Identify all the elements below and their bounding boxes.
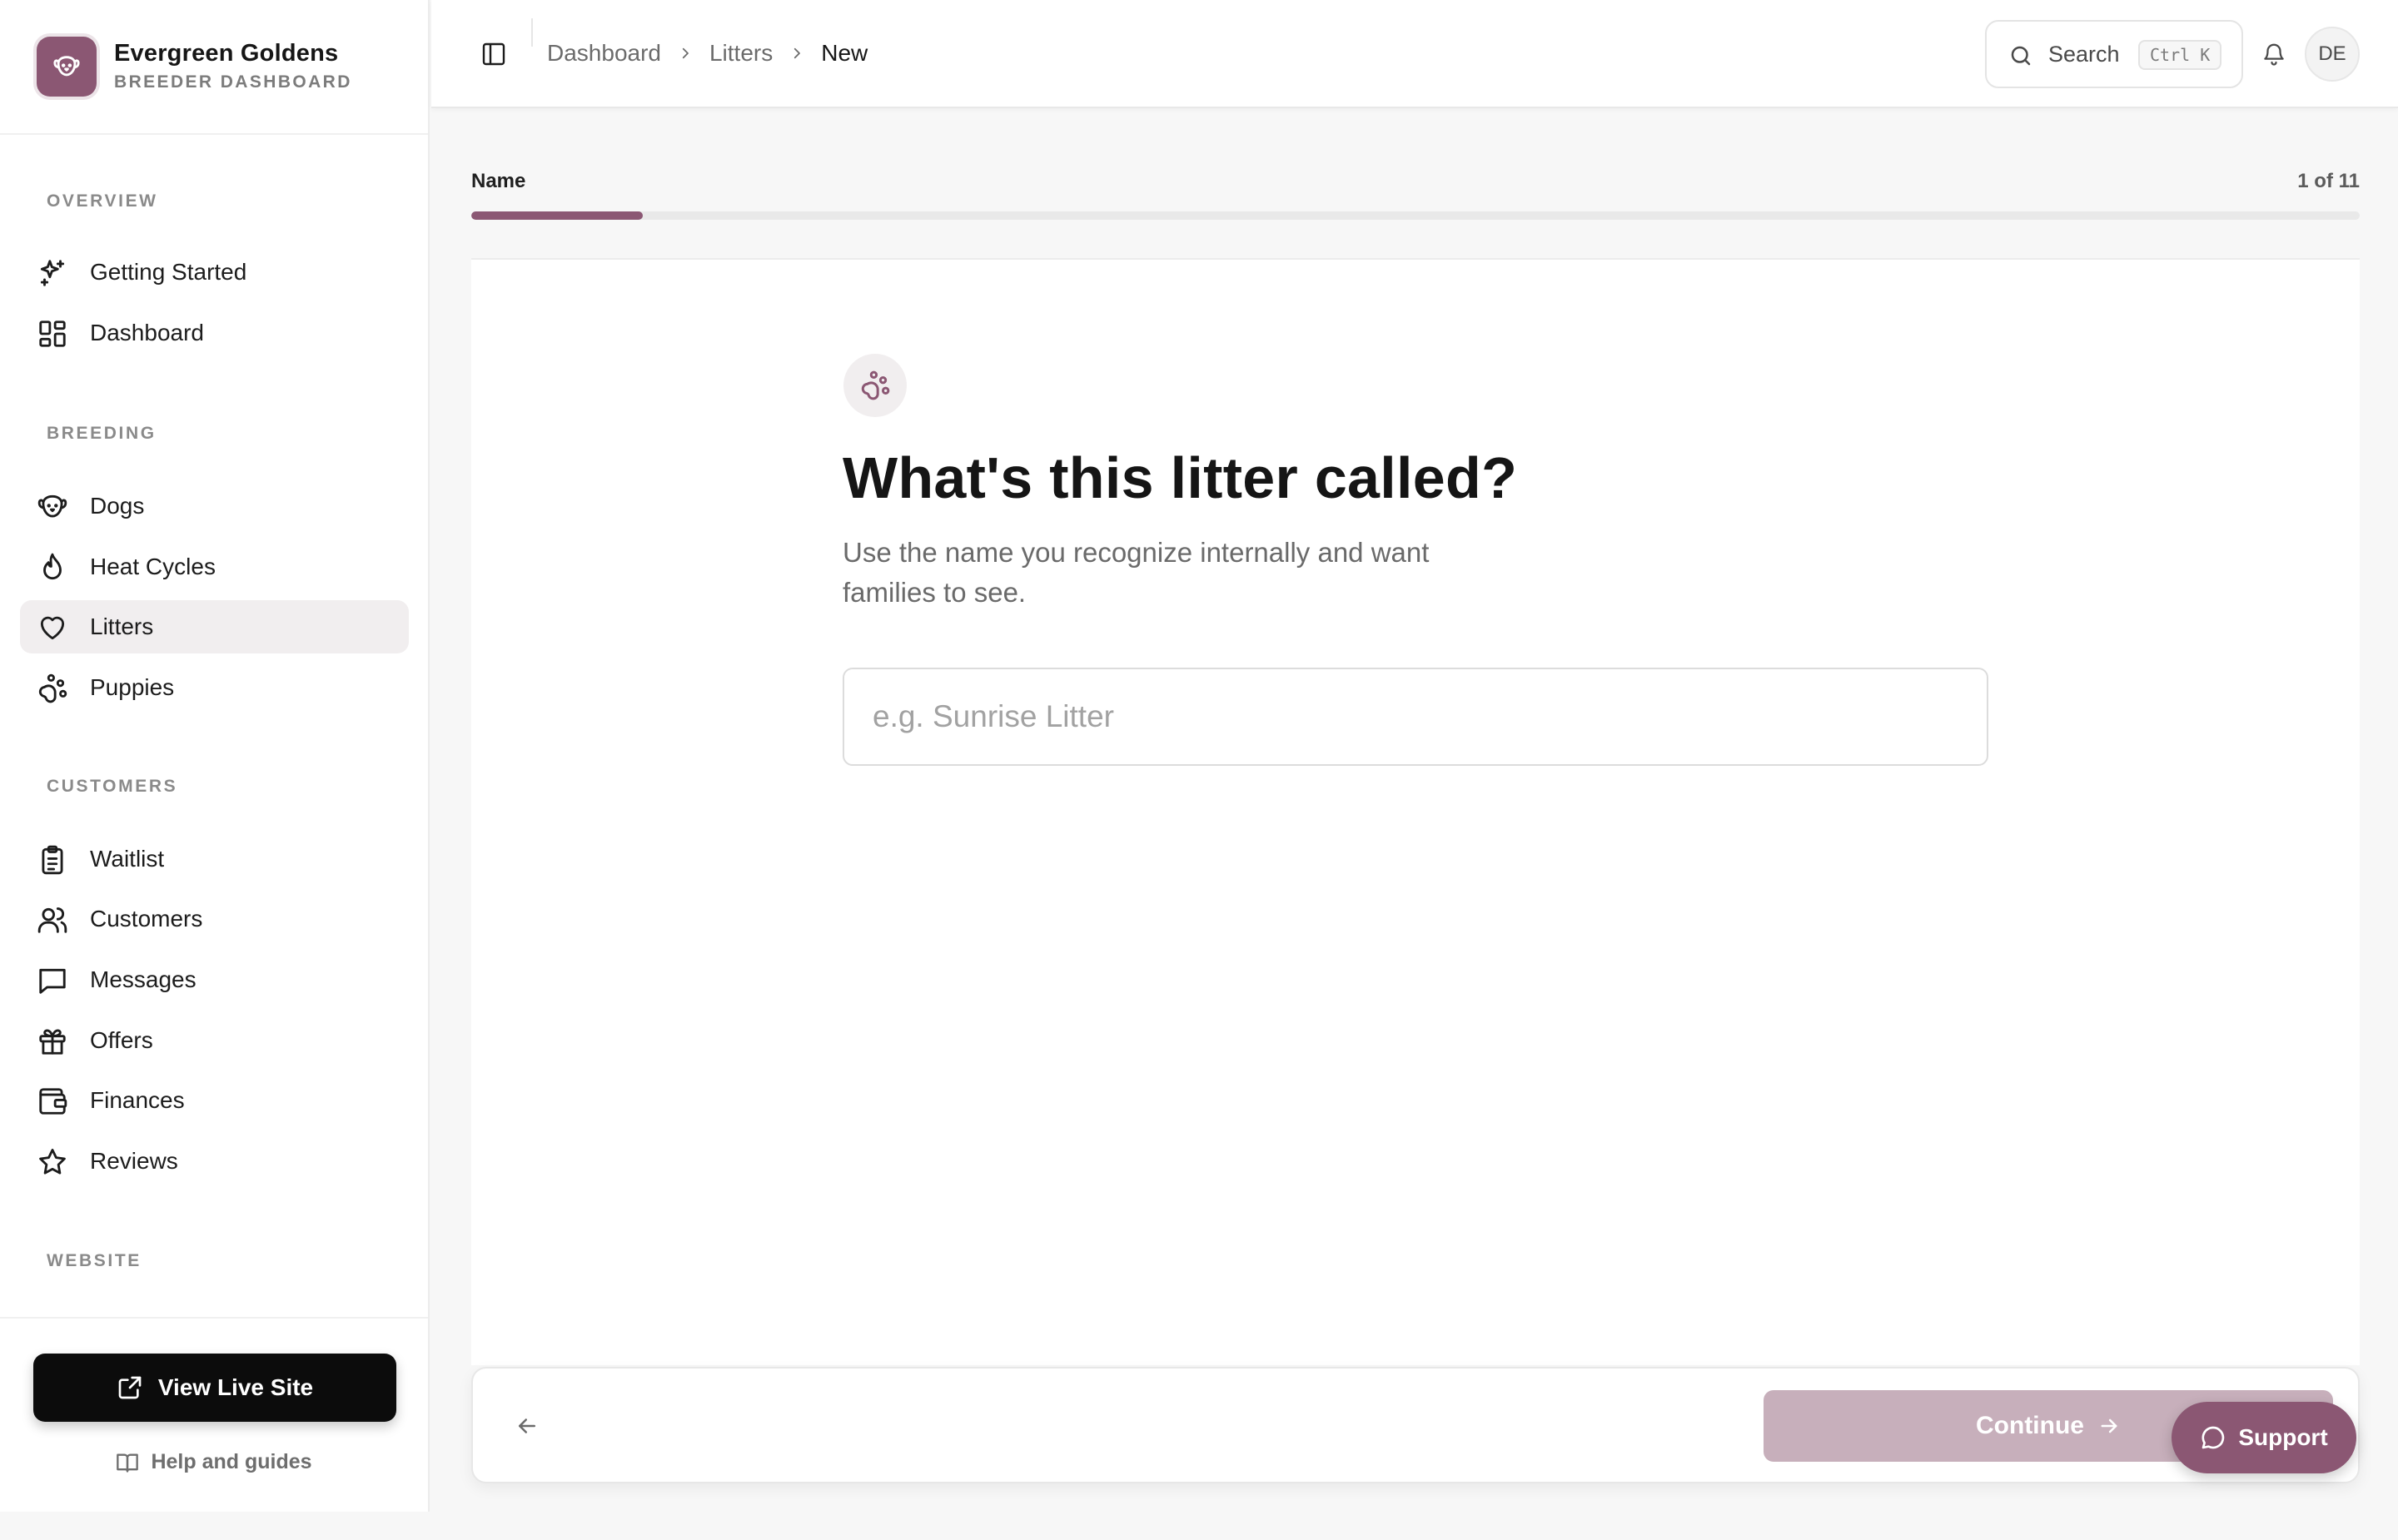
sidebar-item-label: Offers — [90, 1027, 153, 1053]
search-icon — [2008, 43, 2033, 68]
progress-bar-fill — [471, 211, 644, 220]
sidebar-toggle-icon[interactable] — [478, 38, 510, 70]
support-label: Support — [2238, 1424, 2328, 1450]
step-label: Name — [471, 170, 526, 192]
sidebar-item-dashboard[interactable]: Dashboard — [20, 306, 409, 360]
sidebar-item-offers[interactable]: Offers — [20, 1014, 409, 1067]
avatar[interactable]: DE — [2305, 27, 2360, 82]
litter-name-input[interactable] — [843, 668, 1988, 766]
support-button[interactable]: Support — [2172, 1402, 2356, 1473]
sidebar-item-label: Litters — [90, 614, 154, 639]
dog-face-icon[interactable] — [37, 37, 97, 97]
sidebar-item-label: Puppies — [90, 674, 175, 700]
sidebar-footer: View Live Site Help and guides — [0, 1317, 428, 1512]
view-live-site-button[interactable]: View Live Site — [33, 1354, 396, 1422]
external-link-icon — [117, 1374, 143, 1401]
message-circle-icon — [2200, 1424, 2226, 1451]
sidebar-item-dogs[interactable]: Dogs — [20, 479, 409, 533]
search-shortcut: Ctrl K — [2138, 40, 2222, 70]
message-square-icon — [37, 965, 68, 996]
breadcrumb: Dashboard Litters New — [547, 40, 868, 67]
wizard-panel — [471, 258, 2360, 1365]
sidebar-item-reviews[interactable]: Reviews — [20, 1135, 409, 1188]
arrow-right-icon — [2097, 1414, 2121, 1438]
sidebar-item-label: Customers — [90, 906, 203, 931]
breadcrumb-litters[interactable]: Litters — [709, 40, 773, 67]
star-icon — [37, 1146, 68, 1178]
section-label-customers: CUSTOMERS — [47, 777, 178, 796]
paw-print-icon — [37, 673, 68, 704]
sidebar-item-messages[interactable]: Messages — [20, 953, 409, 1006]
sidebar-item-getting-started[interactable]: Getting Started — [20, 246, 409, 299]
topbar: Dashboard Litters New Search Ctrl K DE — [431, 0, 2398, 108]
app-root: Evergreen Goldens BREEDER DASHBOARD OVER… — [0, 0, 2398, 1540]
search-button[interactable]: Search Ctrl K — [1985, 20, 2243, 88]
sidebar-item-heat-cycles[interactable]: Heat Cycles — [20, 540, 409, 594]
dog-face-icon — [37, 491, 68, 523]
help-and-guides-label: Help and guides — [151, 1450, 312, 1473]
chevron-right-icon — [678, 46, 693, 61]
help-and-guides-link[interactable]: Help and guides — [0, 1450, 428, 1474]
sidebar-item-label: Dashboard — [90, 320, 204, 345]
view-live-site-label: View Live Site — [157, 1374, 314, 1400]
wallet-icon — [37, 1085, 68, 1117]
topbar-divider — [531, 18, 533, 47]
sparkles-icon — [37, 257, 68, 289]
sidebar-item-puppies[interactable]: Puppies — [20, 661, 409, 714]
section-label-overview: OVERVIEW — [47, 191, 158, 211]
breadcrumb-current: New — [821, 40, 868, 66]
clipboard-list-icon — [37, 844, 68, 876]
heart-icon — [37, 612, 68, 643]
book-open-icon — [116, 1451, 139, 1474]
sidebar-item-label: Reviews — [90, 1148, 178, 1174]
section-label-website: WEBSITE — [47, 1251, 142, 1270]
brand-name: Evergreen Goldens — [114, 40, 339, 67]
sidebar-item-waitlist[interactable]: Waitlist — [20, 832, 409, 886]
paw-print-icon — [843, 354, 907, 417]
users-icon — [37, 904, 68, 936]
section-label-breeding: BREEDING — [47, 424, 157, 443]
step-count: 1 of 11 — [2297, 170, 2360, 192]
sidebar-item-label: Getting Started — [90, 259, 247, 285]
progress-bar — [471, 211, 2360, 220]
sidebar-item-label: Dogs — [90, 493, 145, 519]
flame-icon — [37, 552, 68, 584]
dashboard-grid-icon — [37, 318, 68, 350]
sidebar-item-label: Messages — [90, 966, 197, 992]
bell-icon[interactable] — [2259, 38, 2289, 70]
wizard-footer: Continue — [471, 1367, 2360, 1483]
arrow-left-icon[interactable] — [511, 1410, 543, 1442]
sidebar-item-label: Waitlist — [90, 846, 165, 872]
chevron-right-icon — [789, 46, 804, 61]
gift-icon — [37, 1026, 68, 1057]
question-subtitle: Use the name you recognize internally an… — [843, 537, 1430, 608]
sidebar-item-litters[interactable]: Litters — [20, 600, 409, 653]
breadcrumb-dashboard[interactable]: Dashboard — [547, 40, 661, 67]
sidebar-item-label: Heat Cycles — [90, 554, 216, 579]
sidebar-item-customers[interactable]: Customers — [20, 892, 409, 946]
sidebar-item-label: Finances — [90, 1087, 185, 1113]
search-label: Search — [2048, 42, 2120, 67]
sidebar-item-finances[interactable]: Finances — [20, 1074, 409, 1127]
brand-header: Evergreen Goldens BREEDER DASHBOARD — [0, 0, 428, 135]
question-title: What's this litter called? — [843, 445, 1518, 510]
continue-label: Continue — [1976, 1412, 2084, 1439]
sidebar: Evergreen Goldens BREEDER DASHBOARD OVER… — [0, 0, 430, 1512]
brand-subtitle: BREEDER DASHBOARD — [114, 72, 352, 92]
